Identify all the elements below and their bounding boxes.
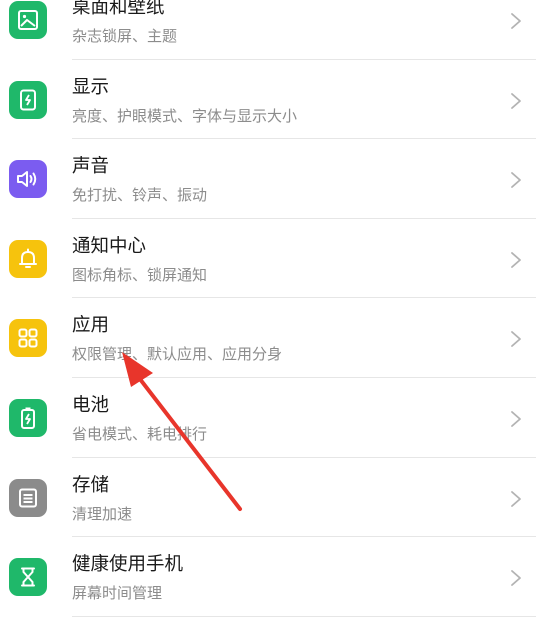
storage-icon <box>9 478 47 517</box>
settings-item-display[interactable]: 显示 亮度、护眼模式、字体与显示大小 <box>0 60 536 140</box>
settings-item-wallpaper[interactable]: 桌面和壁纸 杂志锁屏、主题 <box>0 0 536 60</box>
chevron-right-icon <box>511 13 521 29</box>
chevron-right-icon <box>511 331 521 348</box>
settings-item-sound[interactable]: 声音 免打扰、铃声、振动 <box>0 139 536 219</box>
divider <box>72 615 536 617</box>
item-title: 应用 <box>72 315 110 337</box>
display-icon <box>9 80 47 119</box>
settings-item-notification-center[interactable]: 通知中心 图标角标、锁屏通知 <box>0 219 536 299</box>
item-subtitle: 屏幕时间管理 <box>72 584 163 603</box>
item-subtitle: 图标角标、锁屏通知 <box>72 265 208 284</box>
chevron-right-icon <box>511 570 521 587</box>
chevron-right-icon <box>511 92 521 109</box>
item-title: 存储 <box>72 474 110 496</box>
apps-grid-icon <box>9 319 47 358</box>
item-subtitle: 清理加速 <box>72 504 133 523</box>
chevron-right-icon <box>511 251 521 268</box>
item-title: 通知中心 <box>72 235 147 257</box>
item-subtitle: 杂志锁屏、主题 <box>72 27 178 45</box>
chevron-right-icon <box>511 411 521 427</box>
item-title: 桌面和壁纸 <box>72 0 165 18</box>
bell-icon <box>9 239 47 278</box>
chevron-right-icon <box>511 490 521 507</box>
settings-item-storage[interactable]: 存储 清理加速 <box>0 458 536 538</box>
item-subtitle: 亮度、护眼模式、字体与显示大小 <box>72 106 298 125</box>
settings-item-digital-wellbeing[interactable]: 健康使用手机 屏幕时间管理 <box>0 537 536 617</box>
battery-icon <box>9 398 47 437</box>
speaker-icon <box>9 160 47 199</box>
item-subtitle: 权限管理、默认应用、应用分身 <box>72 345 283 364</box>
item-title: 电池 <box>72 394 110 416</box>
item-subtitle: 省电模式、耗电排行 <box>72 424 208 443</box>
hourglass-icon <box>9 558 47 597</box>
item-title: 声音 <box>72 156 110 178</box>
settings-item-apps[interactable]: 应用 权限管理、默认应用、应用分身 <box>0 298 536 378</box>
settings-list: 桌面和壁纸 杂志锁屏、主题 显示 亮度、护眼模式、字体与显示大小 声音 免打扰、… <box>0 0 536 617</box>
chevron-right-icon <box>511 172 521 189</box>
item-title: 显示 <box>72 76 110 98</box>
image-icon <box>9 1 47 39</box>
settings-item-battery[interactable]: 电池 省电模式、耗电排行 <box>0 378 536 458</box>
item-subtitle: 免打扰、铃声、振动 <box>72 186 208 205</box>
item-title: 健康使用手机 <box>72 554 184 576</box>
